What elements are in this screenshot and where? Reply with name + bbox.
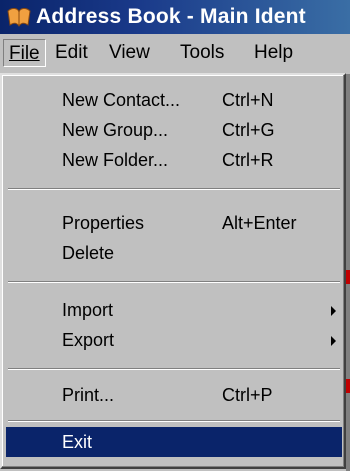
print-shortcut: Ctrl+P [222, 385, 273, 405]
menu-item-new-contact[interactable]: New Contact... Ctrl+N [6, 85, 342, 115]
new-contact-label: New Contact... [62, 90, 181, 110]
new-folder-label: New Folder... [62, 150, 169, 170]
menu-edit-label: Edit [55, 42, 88, 63]
menu-separator [8, 188, 340, 190]
menu-item-import[interactable]: Import [6, 295, 342, 325]
menu-item-new-folder[interactable]: New Folder... Ctrl+R [6, 145, 342, 175]
menu-help[interactable]: Help [249, 39, 298, 67]
menu-item-print[interactable]: Print... Ctrl+P [6, 380, 342, 410]
menu-item-new-group[interactable]: New Group... Ctrl+G [6, 115, 342, 145]
menu-item-export[interactable]: Export [6, 325, 342, 355]
background-window-edge [346, 74, 350, 471]
menu-tools[interactable]: Tools [175, 39, 229, 67]
properties-label: Properties [62, 213, 145, 233]
menu-item-exit[interactable]: Exit [6, 427, 342, 457]
background-red-mark [346, 270, 350, 284]
menu-separator [8, 281, 340, 283]
menu-help-label: Help [254, 42, 294, 63]
menu-separator [8, 420, 340, 422]
new-folder-shortcut: Ctrl+R [222, 150, 274, 170]
delete-label: Delete [62, 243, 115, 263]
print-label: Print... [62, 385, 115, 405]
new-group-shortcut: Ctrl+G [222, 120, 275, 140]
menu-view[interactable]: View [104, 39, 155, 67]
menu-file[interactable]: File [3, 39, 46, 67]
file-menu-dropdown: New Contact... Ctrl+N New Group... Ctrl+… [0, 73, 346, 469]
exit-label: Exit [62, 432, 93, 452]
address-book-icon [7, 8, 31, 27]
title-bar[interactable]: Address Book - Main Ident [0, 0, 350, 34]
menu-tools-label: Tools [180, 42, 225, 63]
new-contact-shortcut: Ctrl+N [222, 90, 274, 110]
window-title: Address Book - Main Ident [36, 5, 306, 28]
menu-bar: File Edit View Tools Help [0, 34, 350, 74]
menu-file-label: File [9, 43, 40, 64]
menu-separator [8, 368, 340, 370]
properties-shortcut: Alt+Enter [222, 213, 297, 233]
submenu-arrow-icon [331, 306, 336, 316]
export-label: Export [62, 330, 115, 350]
menu-view-label: View [109, 42, 150, 63]
menu-item-delete[interactable]: Delete [6, 238, 342, 268]
new-group-label: New Group... [62, 120, 169, 140]
submenu-arrow-icon [331, 336, 336, 346]
menu-edit[interactable]: Edit [50, 39, 93, 67]
background-red-mark [346, 379, 350, 393]
import-label: Import [62, 300, 114, 320]
menu-item-properties[interactable]: Properties Alt+Enter [6, 208, 342, 238]
